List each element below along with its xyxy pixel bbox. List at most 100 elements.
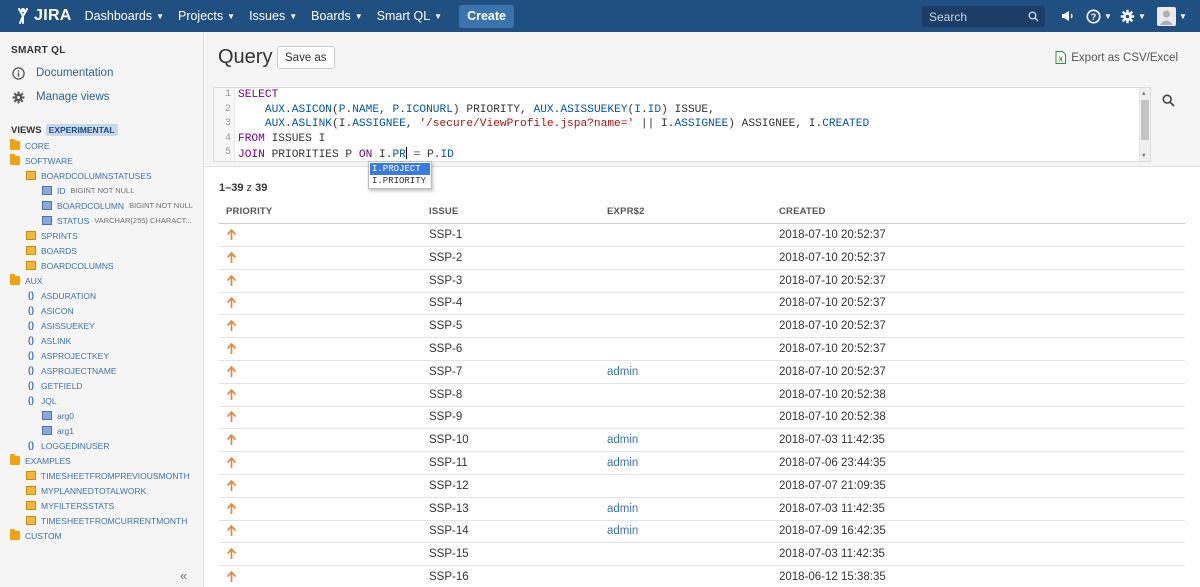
created-date: 2018-07-10 20:52:37	[779, 229, 886, 241]
code-line[interactable]: AUX.ASICON(P.NAME, P.ICONURL) PRIORITY, …	[238, 104, 715, 116]
code-line[interactable]: JOIN PRIORITIES P ON I.PR = P.ID	[238, 147, 454, 161]
tree-item-column[interactable]: STATUS VARCHAR(255) CHARACT...	[42, 213, 192, 228]
nav-menu-dashboards[interactable]: Dashboards ▼	[78, 0, 171, 32]
tree-item-label: ASDURATION	[41, 290, 97, 301]
tree-item-table[interactable]: TIMESHEETFROMCURRENTMONTH	[26, 513, 187, 528]
create-button[interactable]: Create	[459, 4, 514, 28]
nav-menu-issues[interactable]: Issues ▼	[242, 0, 304, 32]
tree-item-function[interactable]: () ASPROJECTKEY	[26, 348, 109, 363]
code-line[interactable]: AUX.ASLINK(I.ASSIGNEE, '/secure/ViewProf…	[238, 118, 869, 130]
search-input[interactable]	[922, 9, 1022, 24]
help-button[interactable]: ? ▼	[1086, 0, 1112, 32]
nav-menu-projects[interactable]: Projects ▼	[171, 0, 242, 32]
tree-item-column[interactable]: arg0	[42, 408, 74, 423]
folder-icon	[10, 139, 20, 150]
table-row: SSP-12 2018-07-07 21:09:35	[219, 475, 1185, 498]
table-icon	[26, 516, 36, 525]
user-profile-button[interactable]: ▼	[1157, 0, 1187, 32]
tree-item-folder[interactable]: CUSTOM	[10, 528, 62, 543]
table-row: SSP-16 2018-06-12 15:38:35	[219, 566, 1185, 587]
tree-item-function[interactable]: () GETFIELD	[26, 378, 83, 393]
nav-menu-boards[interactable]: Boards ▼	[304, 0, 370, 32]
tree-item-label: TIMESHEETFROMPREVIOUSMONTH	[41, 470, 190, 481]
column-header-priority[interactable]: PRIORITY	[226, 201, 272, 223]
chevron-down-icon: ▼	[434, 11, 443, 21]
assignee-link[interactable]: admin	[607, 498, 638, 521]
tree-item-function[interactable]: () ASPROJECTNAME	[26, 363, 117, 378]
collapse-sidebar-button[interactable]: «	[180, 568, 187, 583]
column-header-created[interactable]: CREATED	[779, 201, 826, 223]
created-date: 2018-07-03 11:42:35	[779, 434, 885, 447]
tree-item-function[interactable]: () ASDURATION	[26, 288, 96, 303]
autocomplete-option[interactable]: I.PROJECT	[370, 163, 430, 175]
column-header-expr2[interactable]: EXPR$2	[607, 201, 645, 223]
tree-item-table[interactable]: MYPLANNEDTOTALWORK	[26, 483, 146, 498]
search-icon[interactable]	[1162, 94, 1175, 107]
editor-scrollbar[interactable]: ▲ ▼	[1139, 88, 1150, 161]
tree-item-table[interactable]: SPRINTS	[26, 228, 78, 243]
settings-button[interactable]: ▼	[1120, 0, 1146, 32]
nav-menu-label: Projects	[177, 9, 224, 23]
tree-item-function[interactable]: () LOGGEDINUSER	[26, 438, 110, 453]
column-icon	[42, 411, 52, 420]
chevron-down-icon: ▼	[1179, 11, 1187, 21]
export-csv-link[interactable]: X Export as CSV/Excel	[1055, 51, 1178, 64]
svg-text:?: ?	[1091, 12, 1097, 22]
assignee-link[interactable]: admin	[607, 520, 638, 543]
code-line[interactable]: SELECT	[238, 89, 278, 101]
sidebar: SMART QL Documentation Manage views VIEW…	[0, 32, 204, 587]
assignee-link[interactable]: admin	[607, 452, 638, 475]
sql-identifier: ID	[440, 149, 454, 162]
jira-logo[interactable]: JIRA	[0, 0, 78, 32]
table-row: SSP-2 2018-07-10 20:52:37	[219, 247, 1185, 270]
search-icon[interactable]	[1028, 11, 1039, 22]
tree-item-table[interactable]: BOARDS	[26, 243, 77, 258]
tree-item-table[interactable]: TIMESHEETFROMPREVIOUSMONTH	[26, 468, 190, 483]
column-header-issue[interactable]: ISSUE	[429, 201, 459, 223]
search-box[interactable]	[922, 6, 1045, 27]
tree-item-folder[interactable]: SOFTWARE	[10, 153, 73, 168]
created-date: 2018-07-03 11:42:35	[779, 502, 885, 515]
created-date: 2018-07-10 20:52:37	[779, 251, 886, 264]
issue-key: SSP-1	[429, 229, 463, 241]
sidebar-link-manage-views[interactable]: Manage views	[11, 90, 110, 104]
sidebar-link-documentation[interactable]: Documentation	[11, 66, 113, 80]
scroll-down-icon[interactable]: ▼	[1142, 152, 1146, 159]
tree-item-label: BOARDCOLUMNS	[41, 260, 114, 271]
sql-identifier: ASISSUEKEY	[560, 103, 628, 116]
tree-item-folder[interactable]: EXAMPLES	[10, 453, 71, 468]
save-as-button[interactable]: Save as	[277, 46, 335, 69]
tree-item-label: ASISSUEKEY	[41, 320, 95, 331]
autocomplete-option[interactable]: I.PRIORITY	[370, 175, 430, 187]
line-number-gutter: 1 2 3 4 5	[214, 88, 235, 161]
scroll-up-icon[interactable]: ▲	[1142, 90, 1146, 97]
assignee-link[interactable]: admin	[607, 361, 638, 384]
tree-item-table[interactable]: MYFILTERSSTATS	[26, 498, 114, 513]
tree-item-table[interactable]: BOARDCOLUMNS	[26, 258, 114, 273]
tree-item-folder[interactable]: AUX	[10, 273, 42, 288]
scrollbar-thumb[interactable]	[1141, 100, 1149, 140]
sql-editor[interactable]: 12345 SELECT AUX.ASICON(P.NAME, P.ICONUR…	[213, 87, 1151, 162]
assignee-link[interactable]: admin	[607, 429, 638, 452]
table-row: SSP-8 2018-07-10 20:52:38	[219, 384, 1185, 407]
tree-item-folder[interactable]: CORE	[10, 138, 50, 153]
nav-menu-smart-ql[interactable]: Smart QL ▼	[370, 0, 449, 32]
function-icon: ()	[28, 305, 34, 315]
sql-text: ,	[405, 118, 420, 131]
tree-item-function[interactable]: () ASLINK	[26, 333, 71, 348]
notifications-button[interactable]	[1060, 0, 1074, 32]
tree-item-column[interactable]: ID BIGINT NOT NULL	[42, 183, 134, 198]
tree-item-function[interactable]: () ASISSUEKEY	[26, 318, 95, 333]
issue-key: SSP-7	[429, 365, 463, 378]
tree-item-function[interactable]: () JQL	[26, 393, 57, 408]
tree-item-column[interactable]: arg1	[42, 423, 74, 438]
tree-item-function[interactable]: () ASICON	[26, 303, 74, 318]
sql-text: .	[285, 118, 292, 131]
tree-item-table[interactable]: BOARDCOLUMNSTATUSES	[26, 168, 152, 183]
logo-text: JIRA	[34, 7, 72, 24]
arrow-up-icon	[227, 343, 236, 354]
tree-item-label: JQL	[41, 395, 57, 406]
issue-key: SSP-5	[429, 320, 463, 333]
tree-item-column[interactable]: BOARDCOLUMN BIGINT NOT NULL	[42, 198, 193, 213]
code-line[interactable]: FROM ISSUES I	[238, 133, 325, 145]
